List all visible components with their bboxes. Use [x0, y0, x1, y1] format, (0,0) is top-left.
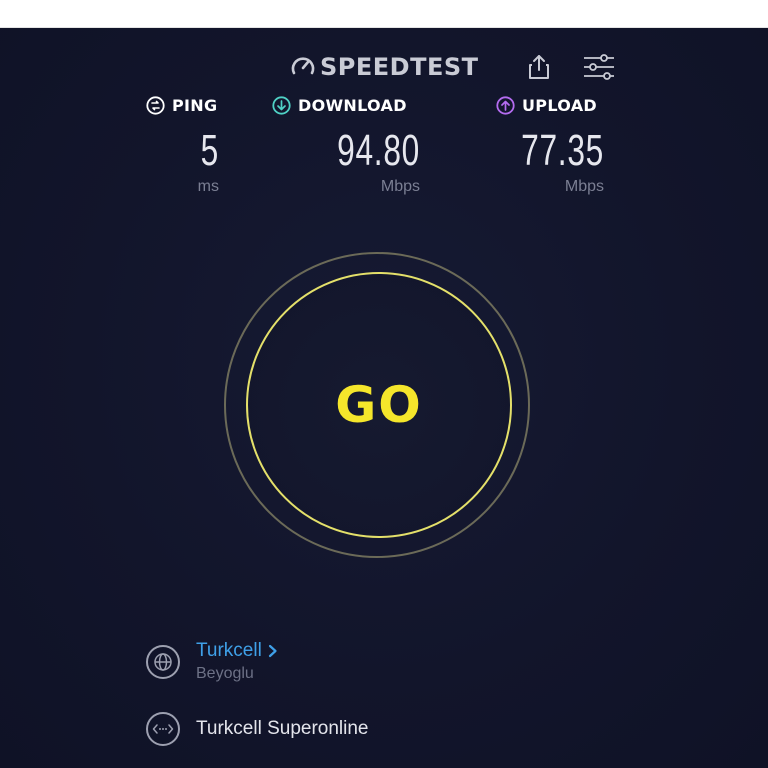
ping-icon [146, 96, 165, 115]
download-label: DOWNLOAD [298, 96, 407, 115]
go-label: GO [335, 376, 423, 434]
upload-header: UPLOAD [496, 96, 604, 115]
chevron-right-icon [268, 644, 278, 658]
upload-label: UPLOAD [522, 96, 597, 115]
share-button[interactable] [522, 50, 556, 84]
isp-name: Turkcell [196, 640, 262, 661]
ping-metric: PING 5 ms [146, 96, 219, 195]
share-icon [528, 54, 550, 80]
isp-location: Beyoglu [196, 665, 254, 682]
window-top-bar [0, 0, 768, 28]
logo-text: SPEEDTEST [320, 53, 479, 81]
go-button[interactable]: GO [246, 272, 512, 538]
download-header: DOWNLOAD [272, 96, 420, 115]
download-arrow-icon [272, 96, 291, 115]
ping-label: PING [172, 96, 218, 115]
download-metric: DOWNLOAD 94.80 Mbps [272, 96, 420, 195]
speedometer-icon [290, 54, 316, 80]
speedtest-logo: SPEEDTEST [290, 52, 479, 82]
settings-sliders-icon [583, 54, 615, 80]
server-icon [146, 712, 180, 746]
server-name[interactable]: Turkcell Superonline [196, 718, 369, 740]
ping-unit: ms [197, 178, 219, 195]
isp-info: Turkcell Beyoglu [146, 640, 278, 683]
server-info: Turkcell Superonline [146, 712, 369, 746]
ping-header: PING [146, 96, 218, 115]
upload-value: 77.35 [521, 126, 604, 175]
upload-unit: Mbps [564, 178, 604, 195]
download-value: 94.80 [337, 126, 420, 175]
isp-text: Turkcell Beyoglu [196, 640, 278, 683]
download-unit: Mbps [380, 178, 420, 195]
globe-icon [146, 644, 180, 679]
ping-value: 5 [200, 126, 219, 175]
isp-name-link[interactable]: Turkcell [196, 640, 278, 662]
upload-metric: UPLOAD 77.35 Mbps [496, 96, 604, 195]
upload-arrow-icon [496, 96, 515, 115]
settings-button[interactable] [582, 50, 616, 84]
speedtest-app: SPEEDTEST PING 5 ms DOWNLOAD 94.80 Mbps … [0, 28, 768, 768]
